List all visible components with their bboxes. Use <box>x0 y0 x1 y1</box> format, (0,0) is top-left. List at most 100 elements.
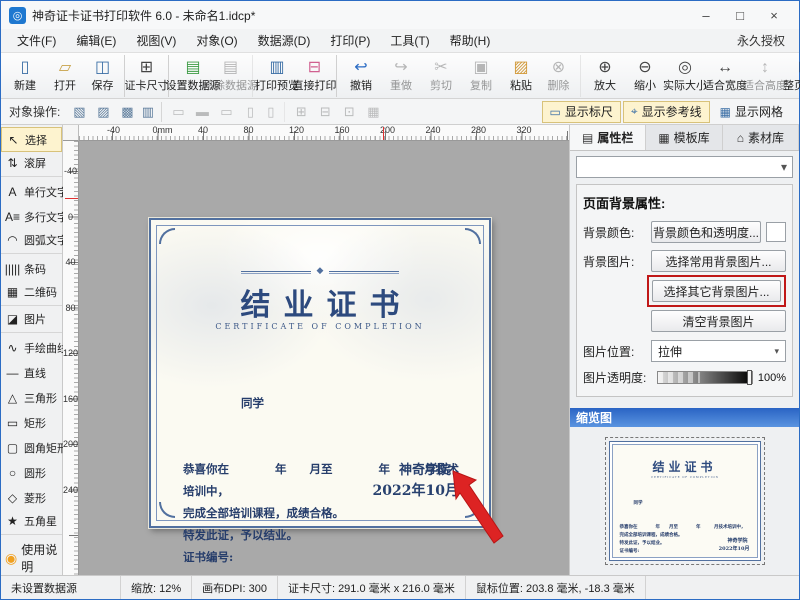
flourish-ornament: ◆ <box>151 266 489 276</box>
toolbar-button-label: 适合宽度 <box>703 77 747 93</box>
sidebar-tool[interactable]: ⇅ 滚屏 <box>1 152 62 177</box>
sidebar-tool[interactable]: — 直线 <box>1 360 62 385</box>
sidebar-tool[interactable]: ★ 五角星 <box>1 510 62 535</box>
single-line-text-icon: A <box>4 185 21 199</box>
sidebar-tool[interactable]: ○ 圆形 <box>1 460 62 485</box>
align-tool[interactable]: ▬ <box>191 102 213 122</box>
align-tool[interactable]: ⊟ <box>314 102 336 122</box>
sidebar-tool[interactable]: ∿ 手绘曲线 <box>1 335 62 360</box>
sidebar-tool[interactable]: ▭ 矩形 <box>1 410 62 435</box>
align-tool[interactable]: ▯ <box>239 102 261 122</box>
sidebar-tool[interactable]: ▢ 圆角矩形 <box>1 435 62 460</box>
menu-item[interactable]: 帮助(H) <box>440 29 501 52</box>
slider-handle[interactable] <box>747 370 752 385</box>
toolbar-button[interactable]: ↕ 适合高度 <box>745 55 785 97</box>
view-toggle-button[interactable]: ▭ 显示标尺 <box>542 101 621 123</box>
paste-icon: ▨ <box>513 59 528 77</box>
toolbar-button[interactable]: ⊕ 放大 <box>585 55 625 97</box>
align-tool[interactable]: ▦ <box>362 102 384 122</box>
menu-item[interactable]: 视图(V) <box>126 29 186 52</box>
bg-color-button[interactable]: 背景颜色和透明度... <box>651 221 761 243</box>
toolbar-button[interactable]: ↪ 重做 <box>381 55 421 97</box>
minimize-button[interactable]: – <box>689 3 723 27</box>
menu-item[interactable]: 对象(O) <box>186 29 247 52</box>
clear-bg-button[interactable]: 清空背景图片 <box>651 310 786 332</box>
toolbar-button-label: 直接打印 <box>293 77 337 93</box>
vertical-ruler-label: 80 <box>63 303 78 349</box>
sidebar-tool[interactable]: ◪ 图片 <box>1 308 62 333</box>
toolbar-button[interactable]: ⊞ 证卡尺寸 <box>129 55 169 97</box>
certificate-salutation: 同学 <box>241 392 463 414</box>
pan-icon: ⇅ <box>4 156 21 170</box>
sidebar-tool-label: 条码 <box>24 261 46 277</box>
panel-tab[interactable]: ▦ 模板库 <box>646 125 722 150</box>
panel-tab-label: 模板库 <box>674 129 710 146</box>
toolbar-button[interactable]: ◎ 实际大小 <box>665 55 705 97</box>
toolbar-button[interactable]: ✂ 剪切 <box>421 55 461 97</box>
show-guides-icon: ⌖ <box>631 104 638 119</box>
toolbar-button[interactable]: ▱ 打开 <box>45 55 85 97</box>
align-tool[interactable]: ▯ <box>263 102 285 122</box>
toolbar-button[interactable]: ▣ 复制 <box>461 55 501 97</box>
align-tool[interactable]: ⊞ <box>290 102 312 122</box>
design-canvas[interactable]: ◆ 结业证书 CERTIFICATE OF COMPLETION 同学 恭喜你在… <box>79 141 569 575</box>
close-button[interactable]: × <box>757 3 791 27</box>
toolbar-button[interactable]: ▨ 粘贴 <box>501 55 541 97</box>
panel-tab[interactable]: ▤ 属性栏 <box>570 125 646 150</box>
menu-item[interactable]: 打印(P) <box>320 29 380 52</box>
object-selector-dropdown[interactable]: ▾ <box>576 156 793 178</box>
arc-text-icon: ◠ <box>4 233 21 247</box>
sidebar-tool[interactable]: ▦ 二维码 <box>1 281 62 306</box>
align-tool[interactable]: ⊡ <box>338 102 360 122</box>
lightbulb-icon: ◉ <box>5 550 17 567</box>
image-position-select[interactable]: 拉伸 ▾ <box>651 340 786 362</box>
sidebar-tool[interactable]: A≡ 多行文字 <box>1 204 62 229</box>
toolbar-button[interactable]: ↩ 撤销 <box>341 55 381 97</box>
sidebar-tool[interactable]: △ 三角形 <box>1 385 62 410</box>
toolbar-button[interactable]: ⊗ 删除 <box>541 55 581 97</box>
align-tool[interactable]: ▭ <box>167 102 189 122</box>
certificate-page[interactable]: ◆ 结业证书 CERTIFICATE OF COMPLETION 同学 恭喜你在… <box>149 218 491 528</box>
toolbar-button-label: 新建 <box>14 77 36 93</box>
choose-other-bg-button[interactable]: 选择其它背景图片... <box>652 280 781 302</box>
bg-color-swatch[interactable] <box>766 222 786 242</box>
sidebar-tool[interactable]: ↖ 选择 <box>1 127 62 152</box>
layer-tool[interactable]: ▩ <box>116 102 138 122</box>
maximize-button[interactable]: □ <box>723 3 757 27</box>
menu-item[interactable]: 文件(F) <box>7 29 66 52</box>
toolbar-button[interactable]: ↔ 适合宽度 <box>705 55 745 97</box>
toolbar-button-label: 放大 <box>594 77 616 93</box>
sidebar-tool[interactable]: ◠ 圆弧文字 <box>1 229 62 254</box>
sidebar-tool-label: 滚屏 <box>24 155 46 171</box>
certificate-thumbnail[interactable]: 结业证书 CERTIFICATE OF COMPLETION 同学 恭喜你在 年… <box>609 441 761 561</box>
image-opacity-slider[interactable] <box>657 371 753 384</box>
object-operations-bar: 对象操作: ▧ ▨ ▩ ▥ ▭ ▬ ▭ ▯ ▯ ⊞ ⊟ ⊡ ▦ ▭ <box>1 99 799 125</box>
usage-help-button[interactable]: ◉ 使用说明 <box>1 537 62 579</box>
menu-item[interactable]: 数据源(D) <box>248 29 321 52</box>
layer-tool[interactable]: ▨ <box>92 102 114 122</box>
layer-tool[interactable]: ▥ <box>140 102 162 122</box>
toolbar-button[interactable]: ▥ 打印预览 <box>257 55 297 97</box>
layer-tool[interactable]: ▧ <box>68 102 90 122</box>
image-icon: ◪ <box>4 312 21 326</box>
toolbar-button[interactable]: ▯ 新建 <box>5 55 45 97</box>
align-tool[interactable]: ▭ <box>215 102 237 122</box>
same-height-icon: ⊟ <box>320 104 331 120</box>
toolbar-button[interactable]: ⊟ 直接打印 <box>297 55 337 97</box>
view-toggle-button[interactable]: ⌖ 显示参考线 <box>623 101 710 123</box>
toolbar-button[interactable]: ⊖ 缩小 <box>625 55 665 97</box>
toolbar-button[interactable]: ▤ 移除数据源 <box>213 55 253 97</box>
panel-tab[interactable]: ⌂ 素材库 <box>723 125 799 150</box>
toolbar-button[interactable]: ⊡ 整页显示 <box>785 55 800 97</box>
view-toggle-button[interactable]: ▦ 显示网格 <box>712 101 791 123</box>
choose-common-bg-button[interactable]: 选择常用背景图片... <box>651 250 786 272</box>
menu-item[interactable]: 工具(T) <box>380 29 439 52</box>
menu-item[interactable]: 编辑(E) <box>66 29 126 52</box>
sidebar-tool[interactable]: A 单行文字 <box>1 179 62 204</box>
sidebar-tool[interactable]: ||||| 条码 <box>1 256 62 281</box>
toolbar-button[interactable]: ◫ 保存 <box>85 55 125 97</box>
sidebar-tool[interactable]: ◇ 菱形 <box>1 485 62 510</box>
toolbar-button-label: 证卡尺寸 <box>125 77 169 93</box>
sidebar-tool-label: 圆弧文字 <box>24 232 68 248</box>
panel-tabs: ▤ 属性栏 ▦ 模板库 ⌂ 素材库 <box>570 125 799 151</box>
